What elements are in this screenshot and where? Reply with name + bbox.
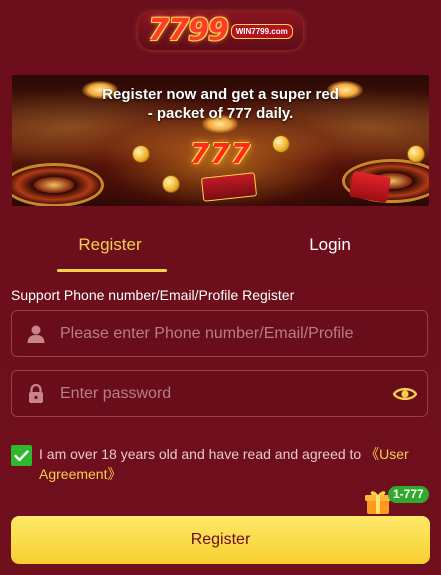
logo-main-text: 7799 <box>148 13 228 48</box>
agreement-text: I am over 18 years old and have read and… <box>39 444 431 484</box>
agreement-row: I am over 18 years old and have read and… <box>11 444 431 484</box>
red-packet-decoration <box>349 170 391 204</box>
register-button[interactable]: Register <box>11 516 430 564</box>
logo-sub-text: WIN7799.com <box>230 23 293 39</box>
password-input[interactable] <box>60 371 383 416</box>
gift-badge: 1-777 <box>388 486 429 503</box>
banner-777-text: 777 <box>189 137 252 170</box>
gift-widget[interactable]: 1-777 <box>360 484 440 518</box>
promo-banner[interactable]: 777 Register now and get a super red - p… <box>12 75 429 206</box>
logo: 7799 WIN7799.com <box>138 12 303 50</box>
lock-icon <box>12 383 60 404</box>
account-field[interactable] <box>11 310 428 357</box>
agreement-checkbox[interactable] <box>11 445 32 466</box>
header: 7799 WIN7799.com <box>0 0 441 62</box>
banner-title: Register now and get a super red - packe… <box>102 86 339 122</box>
auth-tabs: Register Login <box>0 222 441 272</box>
coin-decoration <box>162 175 180 193</box>
support-text: Support Phone number/Email/Profile Regis… <box>11 287 295 303</box>
cards-decoration <box>200 172 258 202</box>
agreement-statement: I am over 18 years old and have read and… <box>39 446 366 462</box>
eye-icon[interactable] <box>383 371 427 416</box>
tab-register[interactable]: Register <box>0 222 220 272</box>
password-field[interactable] <box>11 370 428 417</box>
user-icon <box>12 324 60 344</box>
register-page: 7799 WIN7799.com 777 Register now and ge… <box>0 0 441 575</box>
tab-login[interactable]: Login <box>220 222 440 272</box>
check-icon <box>14 449 29 461</box>
account-input[interactable] <box>60 311 427 356</box>
